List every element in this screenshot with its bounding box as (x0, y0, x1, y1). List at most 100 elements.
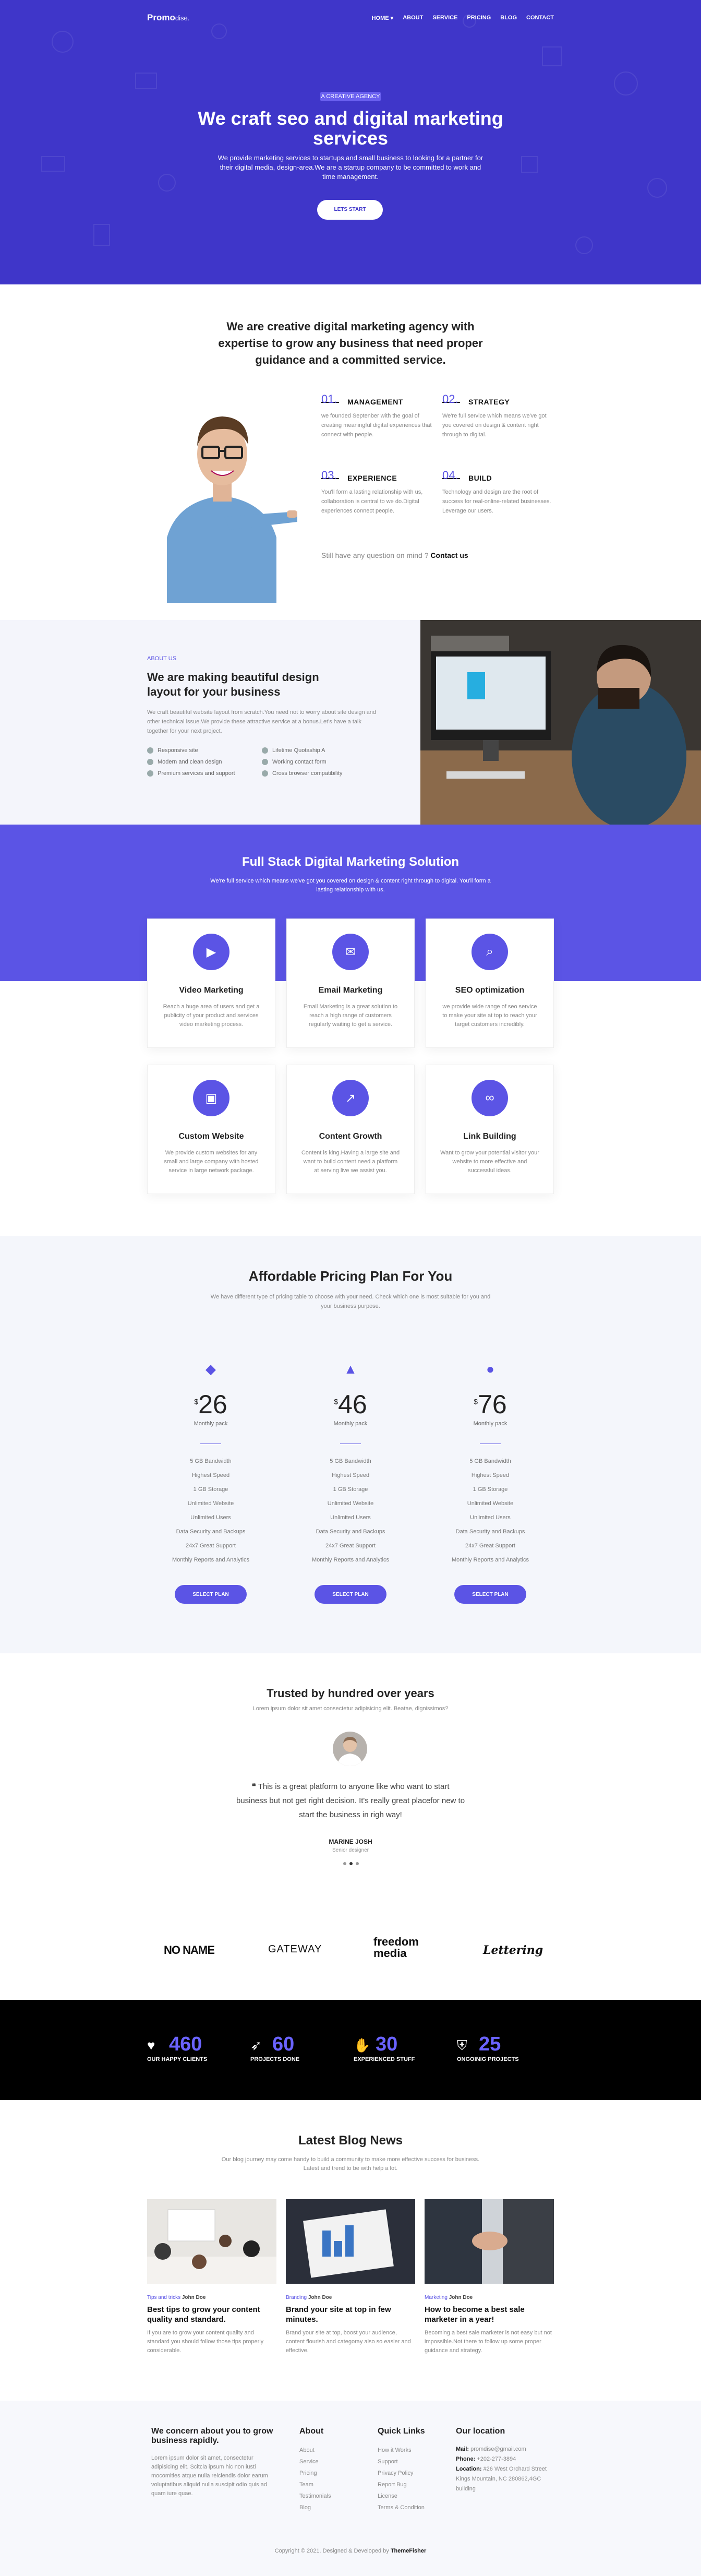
stat-label: OUR HAPPY CLIENTS (147, 2056, 208, 2062)
nav-pricing[interactable]: PRICING (467, 15, 491, 21)
post-title[interactable]: Brand your site at top in few minutes. (286, 2305, 415, 2324)
post-category[interactable]: Marketing (425, 2295, 448, 2300)
select-plan-button[interactable]: SELECT PLAN (315, 1585, 386, 1604)
post-category[interactable]: Branding (286, 2295, 307, 2300)
service-title: Content Growth (319, 1132, 382, 1141)
nav-home[interactable]: HOME ▾ (372, 15, 394, 21)
check-item: Modern and clean design (147, 759, 262, 765)
logo[interactable]: Promodise. (147, 13, 189, 23)
nav-service[interactable]: SERVICE (432, 15, 457, 21)
footer-link[interactable]: Testimonials (299, 2490, 331, 2502)
feature-management: 01. MANAGEMENT we founded Septenber with… (321, 392, 436, 439)
feature-text: we founded Septenber with the goal of cr… (321, 413, 432, 438)
check-item: Lifetime Quotaship A (262, 747, 377, 754)
feature-text: Technology and design are the root of su… (442, 489, 551, 514)
hero-title: We craft seo and digital marketing servi… (198, 108, 503, 149)
service-text: Email Marketing is a great solution to r… (303, 1004, 398, 1028)
service-text: Reach a huge area of users and get a pub… (163, 1004, 260, 1028)
blog-subtitle: Our blog journey may come handy to build… (221, 2156, 480, 2172)
avatar (333, 1732, 367, 1766)
service-title: Custom Website (178, 1132, 244, 1141)
footer-address: Location: #26 West Orchard Street Kings … (456, 2466, 547, 2492)
nav-contact[interactable]: CONTACT (526, 15, 554, 21)
contact-us-link[interactable]: Contact us (430, 551, 468, 559)
footer-link[interactable]: Team (299, 2479, 331, 2490)
check-icon (262, 747, 268, 754)
footer-location: Our location Mail: promdise@gmail.com Ph… (456, 2427, 555, 2494)
nav-about[interactable]: ABOUT (403, 15, 423, 21)
footer-link[interactable]: Support (378, 2456, 425, 2467)
post-title[interactable]: Best tips to grow your content quality a… (147, 2305, 276, 2324)
footer-link[interactable]: Terms & Condition (378, 2502, 425, 2513)
carousel-dot[interactable] (349, 1862, 353, 1865)
testimonial-title: Trusted by hundred over years (267, 1687, 434, 1700)
service-card-website[interactable]: ▣ Custom Website We provide custom websi… (147, 1065, 275, 1194)
footer-about-title: We concern about you to grow business ra… (151, 2427, 273, 2445)
plan-price: $26 (194, 1390, 227, 1419)
service-card-link[interactable]: ∞ Link Building Want to grow your potent… (426, 1065, 554, 1194)
footer-col-title: Our location (456, 2427, 505, 2436)
check-icon (147, 759, 153, 765)
intro-title: We are creative digital marketing agency… (218, 320, 483, 366)
footer-link[interactable]: About (299, 2444, 331, 2456)
growth-icon: ↗ (332, 1080, 369, 1116)
rocket-icon: ▲ (344, 1361, 357, 1377)
plan-price: $46 (334, 1390, 367, 1419)
testimonial-name: MARINE JOSH (329, 1838, 372, 1845)
footer-link[interactable]: How it Works (378, 2444, 425, 2456)
select-plan-button[interactable]: SELECT PLAN (454, 1585, 526, 1604)
stat-value: 60 (272, 2033, 295, 2055)
blog-post[interactable]: Branding John Doe Brand your site at top… (286, 2199, 415, 2355)
blog-title: Latest Blog News (298, 2133, 403, 2148)
service-card-seo[interactable]: ⌕ SEO optimization we provide wide range… (426, 919, 554, 1048)
feature-text: You'll form a lasting relationship with … (321, 489, 423, 514)
pricing-plan: ▲ $46 Monthly pack 5 GB Bandwidth Highest… (293, 1361, 408, 1604)
nav-blog[interactable]: BLOG (500, 15, 517, 21)
services-subtitle: We're full service which means we've got… (210, 878, 491, 893)
service-card-video[interactable]: ▶ Video Marketing Reach a huge area of u… (147, 919, 275, 1048)
check-item: Responsive site (147, 747, 262, 754)
post-title[interactable]: How to become a best sale marketer in a … (425, 2305, 554, 2324)
stats-section: ♥ 460 OUR HAPPY CLIENTS ➶ 60 PROJECTS DO… (0, 2000, 701, 2100)
themefisher-link[interactable]: ThemeFisher (391, 2548, 426, 2554)
stat-value: 25 (479, 2033, 501, 2055)
post-text: Brand your site at top, boost your audie… (286, 2330, 411, 2354)
service-card-email[interactable]: ✉ Email Marketing Email Marketing is a g… (286, 919, 415, 1048)
blog-post[interactable]: Tips and tricks John Doe Best tips to gr… (147, 2199, 276, 2355)
lets-start-button[interactable]: LETS START (317, 200, 383, 220)
carousel-dot[interactable] (356, 1862, 359, 1865)
footer-link[interactable]: Service (299, 2456, 331, 2467)
about-checklist: Responsive site Lifetime Quotaship A Mod… (147, 747, 377, 777)
carousel-dot[interactable] (343, 1862, 346, 1865)
service-text: Want to grow your potential visitor your… (440, 1150, 539, 1174)
service-title: SEO optimization (455, 986, 525, 995)
select-plan-button[interactable]: SELECT PLAN (175, 1585, 247, 1604)
website-icon: ▣ (193, 1080, 229, 1116)
footer-about-text: Lorem ipsum dolor sit amet, consectetur … (151, 2455, 268, 2497)
footer-link[interactable]: Report Bug (378, 2479, 425, 2490)
footer-link[interactable]: Blog (299, 2502, 331, 2513)
footer-link[interactable]: License (378, 2490, 425, 2502)
footer-link[interactable]: Pricing (299, 2467, 331, 2479)
service-title: Video Marketing (179, 986, 244, 995)
post-text: Becoming a best sale marketer is not eas… (425, 2330, 552, 2354)
link-icon: ∞ (472, 1080, 508, 1116)
question-line: Still have any question on mind ? Contac… (321, 551, 468, 559)
rocket-icon: ➶ (250, 2037, 262, 2053)
post-meta: Marketing John Doe (425, 2295, 473, 2300)
service-title: Email Marketing (318, 986, 383, 995)
copyright: Copyright © 2021. Designed & Developed b… (274, 2548, 427, 2554)
blog-post[interactable]: Marketing John Doe How to become a best … (425, 2199, 554, 2355)
hero-section: Promodise. HOME ▾ ABOUT SERVICE PRICING … (0, 0, 701, 284)
plan-price: $76 (474, 1390, 507, 1419)
plan-period: Monthly pack (333, 1421, 368, 1427)
diamond-icon: ◆ (206, 1361, 216, 1377)
footer-about: We concern about you to grow business ra… (151, 2427, 276, 2498)
service-card-content[interactable]: ↗ Content Growth Content is king.Having … (286, 1065, 415, 1194)
about-title: We are making beautiful design layout fo… (147, 671, 319, 698)
footer-link[interactable]: Privacy Policy (378, 2467, 425, 2479)
post-category[interactable]: Tips and tricks (147, 2295, 180, 2300)
footer: We concern about you to grow business ra… (0, 2401, 701, 2576)
check-item: Working contact form (262, 759, 377, 765)
video-icon: ▶ (193, 934, 229, 970)
